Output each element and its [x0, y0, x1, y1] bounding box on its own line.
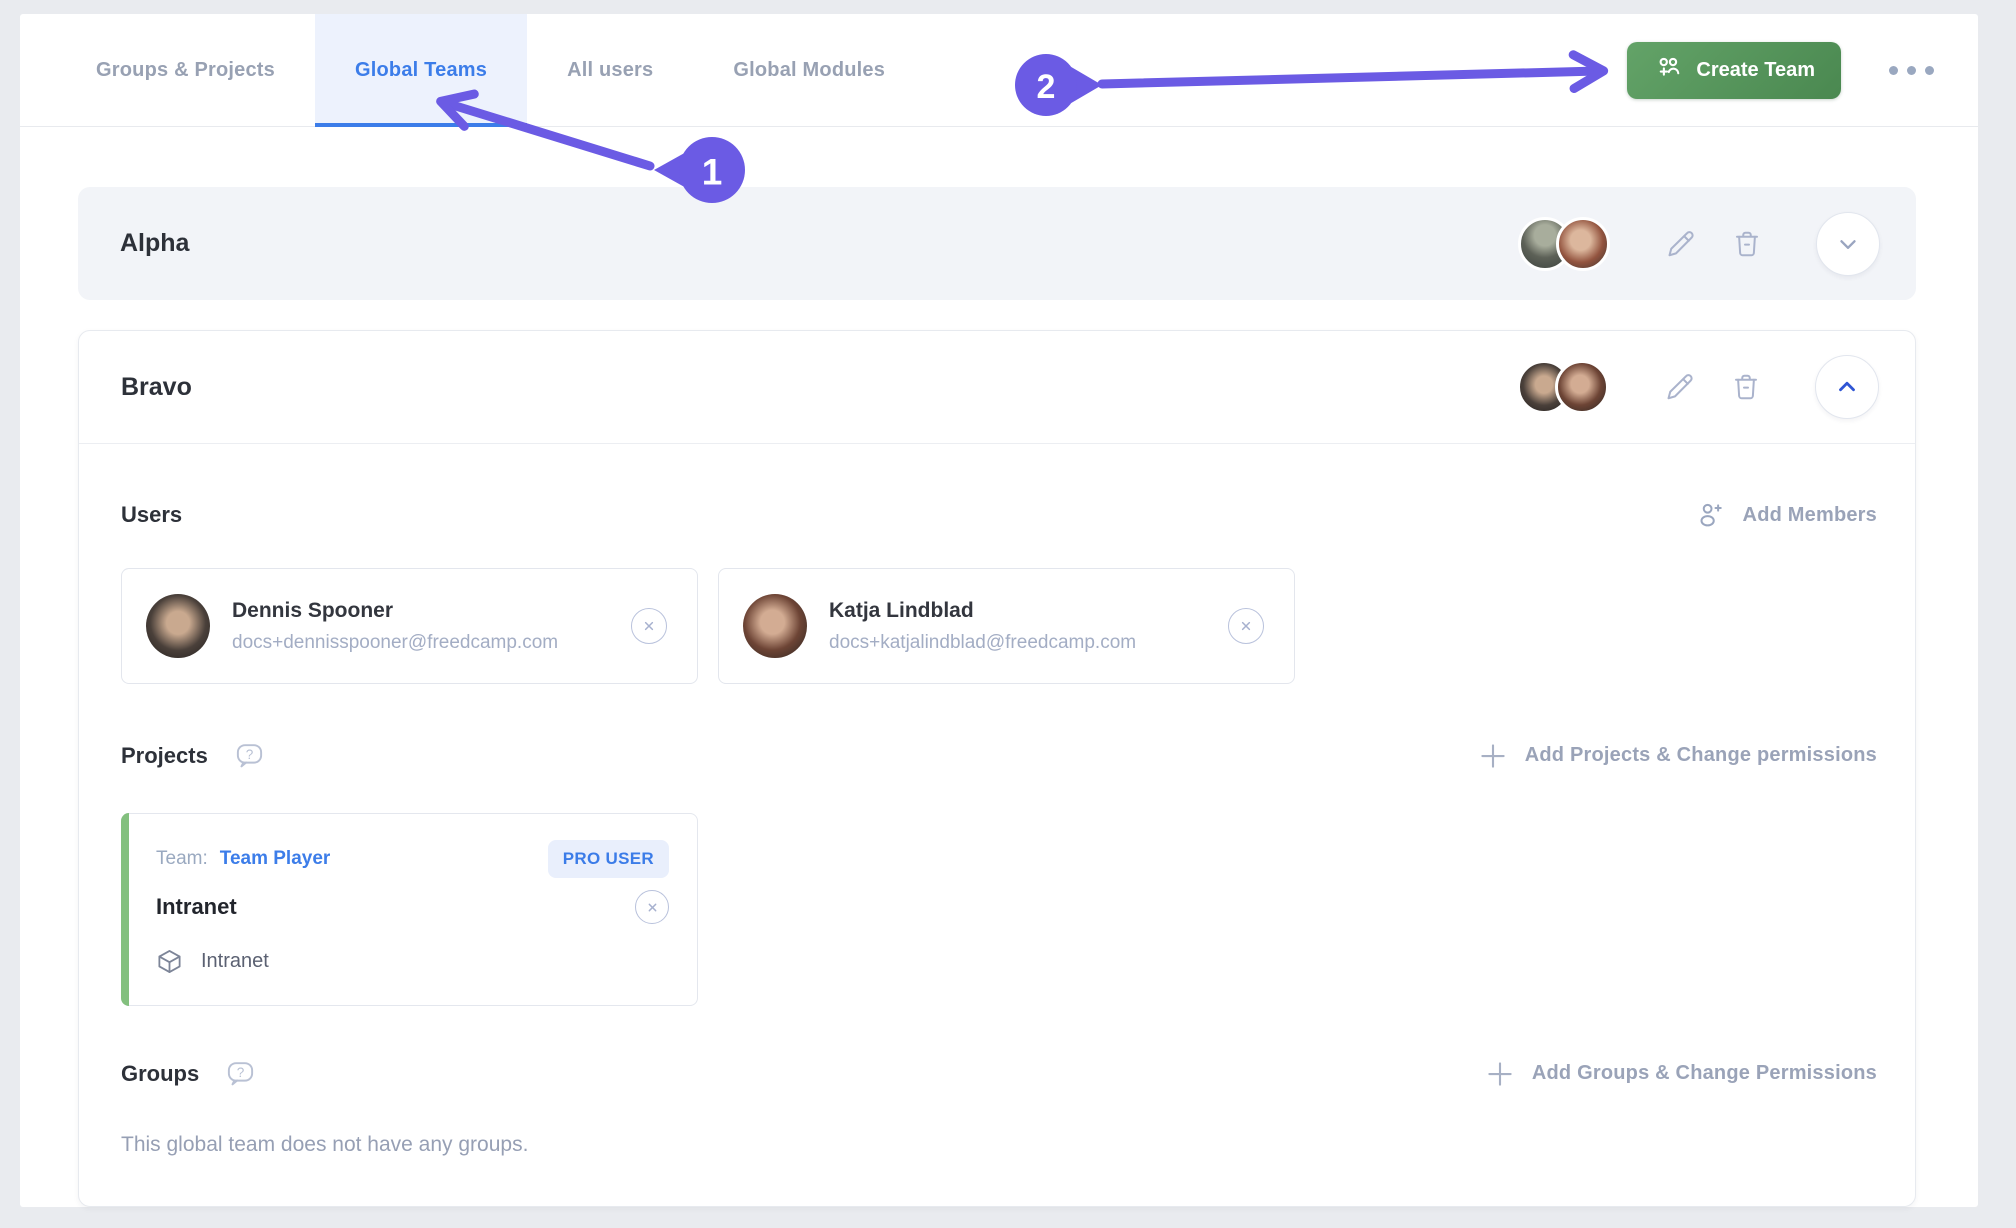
- tab-global-teams[interactable]: Global Teams: [315, 14, 527, 126]
- users-section-header: Users Add Members: [121, 500, 1877, 530]
- member-name: Katja Lindblad: [829, 596, 1136, 626]
- team-row-actions: [1518, 212, 1880, 276]
- team-label: Team:: [156, 848, 208, 870]
- edit-team-button[interactable]: [1665, 372, 1695, 402]
- add-groups-label: Add Groups & Change Permissions: [1532, 1062, 1877, 1085]
- groups-section-header: Groups ? Add Groups & Change Permissions: [121, 1058, 1877, 1089]
- cube-icon: [156, 948, 183, 975]
- project-card-intranet: Team: Team Player PRO USER Intranet: [121, 813, 698, 1006]
- team-card-body: Users Add Members Denn: [79, 500, 1915, 1157]
- avatar: [743, 594, 807, 658]
- project-title-row: Intranet: [156, 890, 669, 924]
- project-name: Intranet: [156, 894, 237, 920]
- delete-team-button[interactable]: [1731, 372, 1761, 402]
- admin-panel: Groups & Projects Global Teams All users…: [20, 14, 1978, 1207]
- member-cards: Dennis Spooner docs+dennisspooner@freedc…: [121, 568, 1877, 684]
- member-email: docs+dennisspooner@freedcamp.com: [232, 629, 558, 657]
- trash-icon: [1732, 229, 1762, 259]
- pencil-icon: [1665, 372, 1695, 402]
- remove-member-button[interactable]: [631, 608, 667, 644]
- tab-all-users[interactable]: All users: [527, 14, 693, 126]
- groups-empty-message: This global team does not have any group…: [121, 1133, 1877, 1157]
- create-team-button[interactable]: Create Team: [1627, 42, 1841, 99]
- x-circle-icon: [1237, 617, 1255, 635]
- avatar: [1556, 217, 1610, 271]
- member-card-katja: Katja Lindblad docs+katjalindblad@freedc…: [718, 568, 1295, 684]
- chevron-up-icon: [1834, 374, 1860, 400]
- projects-section-header: Projects ? Add Projects & Change permiss: [121, 740, 1877, 771]
- team-name: Bravo: [121, 373, 192, 402]
- pencil-icon: [1666, 229, 1696, 259]
- x-circle-icon: [640, 617, 658, 635]
- delete-team-button[interactable]: [1732, 229, 1762, 259]
- trash-icon: [1731, 372, 1761, 402]
- member-info: Katja Lindblad docs+katjalindblad@freedc…: [829, 596, 1136, 657]
- edit-team-button[interactable]: [1666, 229, 1696, 259]
- add-projects-label: Add Projects & Change permissions: [1525, 744, 1877, 767]
- tab-label: Global Modules: [733, 59, 885, 82]
- project-module-label: Intranet: [201, 950, 269, 973]
- team-card-bravo: Bravo: [78, 330, 1916, 1207]
- team-name: Alpha: [120, 229, 189, 258]
- member-email: docs+katjalindblad@freedcamp.com: [829, 629, 1136, 657]
- add-projects-button[interactable]: Add Projects & Change permissions: [1478, 741, 1877, 771]
- team-row-alpha[interactable]: Alpha: [78, 187, 1916, 300]
- create-team-label: Create Team: [1696, 59, 1815, 82]
- user-group-plus-icon: [1653, 55, 1683, 85]
- chevron-down-icon: [1835, 231, 1861, 257]
- add-members-label: Add Members: [1743, 504, 1877, 527]
- groups-section-title: Groups: [121, 1061, 199, 1087]
- tabs-bar: Groups & Projects Global Teams All users…: [20, 14, 1978, 127]
- pro-user-badge: PRO USER: [548, 840, 669, 878]
- expand-team-button[interactable]: [1816, 212, 1880, 276]
- users-section-title: Users: [121, 502, 182, 528]
- member-card-dennis: Dennis Spooner docs+dennisspooner@freedc…: [121, 568, 698, 684]
- member-info: Dennis Spooner docs+dennisspooner@freedc…: [232, 596, 558, 657]
- team-link[interactable]: Team Player: [220, 848, 331, 870]
- remove-member-button[interactable]: [1228, 608, 1264, 644]
- tab-label: Groups & Projects: [96, 59, 275, 82]
- ellipsis-icon: [1889, 66, 1898, 75]
- plus-icon: [1478, 741, 1508, 771]
- global-teams-admin-screen: { "header": { "tabs": [ {"label": "Group…: [0, 0, 2016, 1228]
- more-options-button[interactable]: [1883, 60, 1940, 81]
- help-bubble-icon[interactable]: ?: [225, 1058, 256, 1089]
- plus-icon: [1485, 1059, 1515, 1089]
- member-name: Dennis Spooner: [232, 596, 558, 626]
- project-module-row: Intranet: [156, 948, 669, 975]
- header-actions: Create Team: [1627, 14, 1940, 126]
- svg-text:?: ?: [246, 747, 254, 762]
- avatar: [146, 594, 210, 658]
- help-bubble-icon[interactable]: ?: [234, 740, 265, 771]
- tab-label: Global Teams: [355, 59, 487, 82]
- team-row-actions: [1517, 355, 1879, 419]
- remove-project-button[interactable]: [635, 890, 669, 924]
- person-plus-icon: [1696, 500, 1726, 530]
- add-members-button[interactable]: Add Members: [1696, 500, 1877, 530]
- avatar: [1555, 360, 1609, 414]
- tab-label: All users: [567, 59, 653, 82]
- project-team-row: Team: Team Player PRO USER: [156, 840, 669, 878]
- tab-global-modules[interactable]: Global Modules: [693, 14, 925, 126]
- tab-groups-and-projects[interactable]: Groups & Projects: [56, 14, 315, 126]
- team-card-header[interactable]: Bravo: [79, 331, 1915, 444]
- projects-section-title: Projects: [121, 743, 208, 769]
- svg-text:?: ?: [237, 1065, 245, 1080]
- x-circle-icon: [644, 899, 661, 916]
- collapse-team-button[interactable]: [1815, 355, 1879, 419]
- add-groups-button[interactable]: Add Groups & Change Permissions: [1485, 1059, 1877, 1089]
